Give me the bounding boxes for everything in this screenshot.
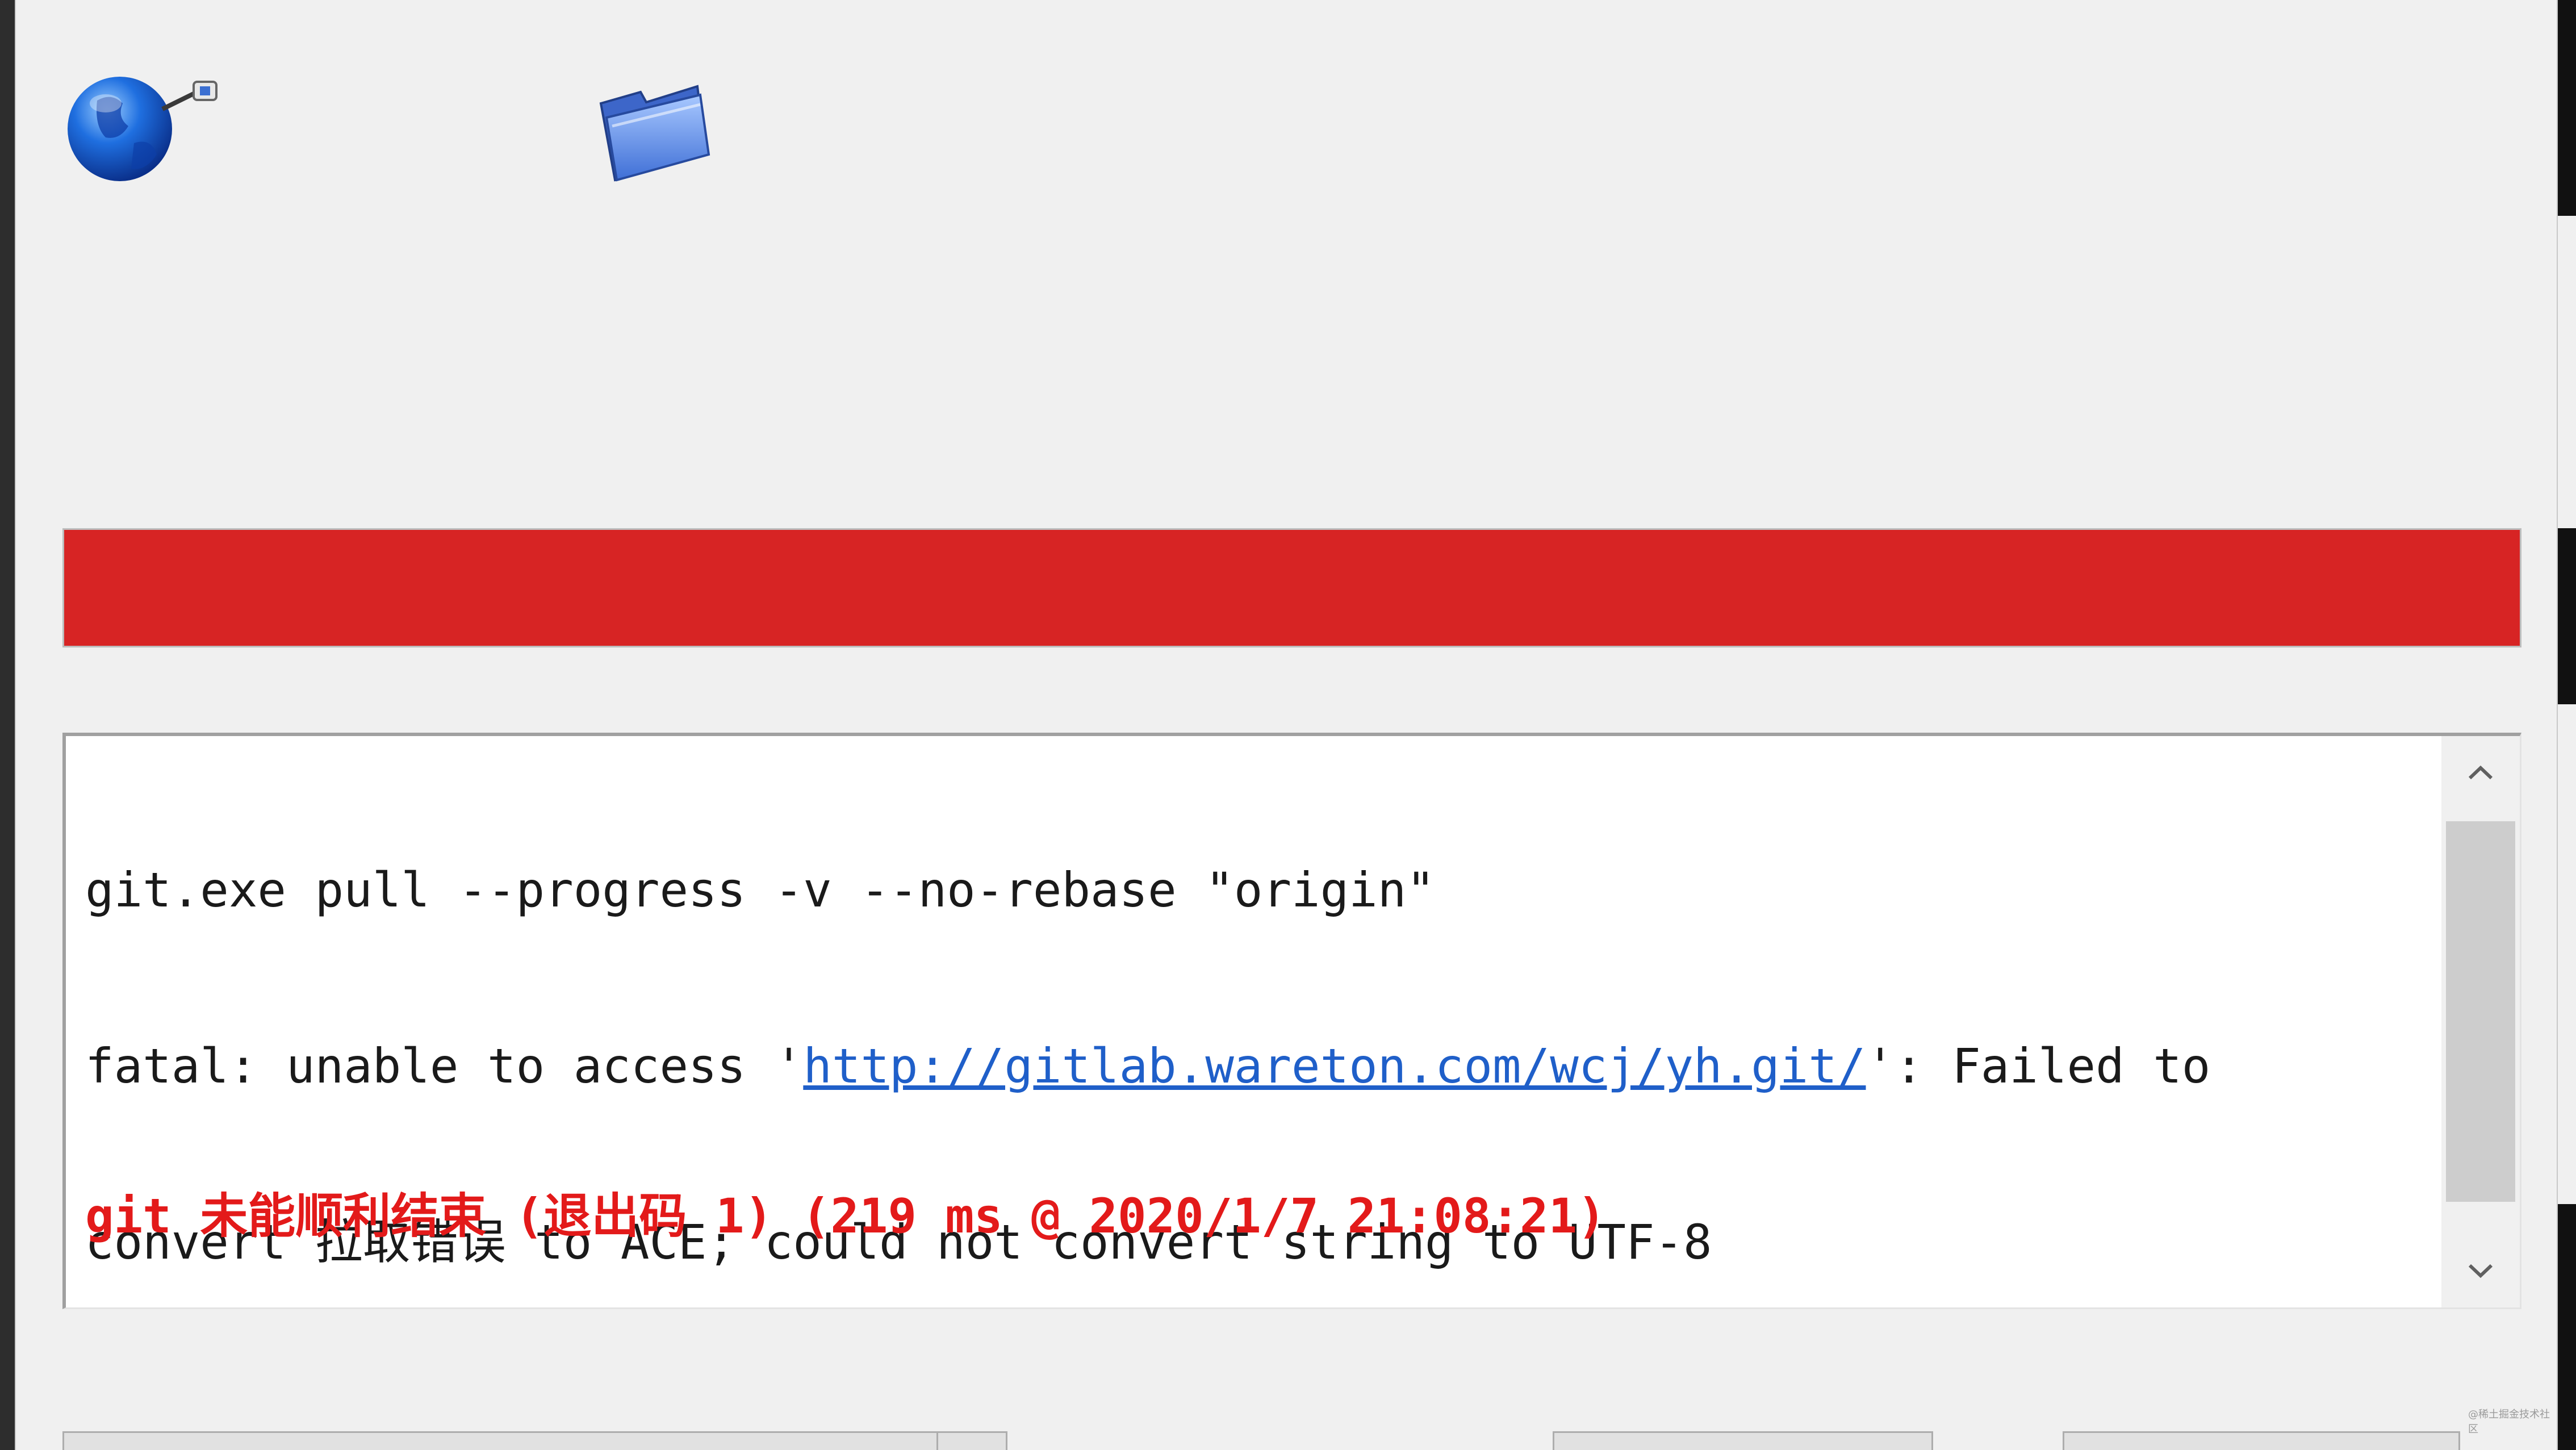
output-log[interactable]: git.exe pull --progress -v --no-rebase "…	[62, 733, 2521, 1309]
watermark: @稀土掘金技术社区	[2468, 1409, 2550, 1435]
dialog-button[interactable]	[1553, 1431, 1933, 1450]
log-result-line: git 未能顺利结束 (退出码 1) (219 ms @ 2020/1/7 21…	[85, 1188, 1606, 1244]
globe-network-icon	[66, 69, 225, 189]
window-edge-strip	[2556, 528, 2576, 704]
log-command-line: git.exe pull --progress -v --no-rebase "…	[85, 862, 1435, 918]
progress-bar	[62, 528, 2521, 647]
window-edge-strip	[2556, 0, 2576, 216]
window-edge-strip	[2556, 216, 2576, 528]
split-button-divider	[936, 1433, 938, 1450]
repo-url-link[interactable]: http://gitlab.wareton.com/wcj/yh.git/	[803, 1038, 1866, 1094]
window-edge-strip	[2556, 1204, 2576, 1450]
progress-bar-fill	[64, 530, 2520, 646]
log-fatal-prefix: fatal: unable to access '	[85, 1038, 804, 1094]
window-edge-strip	[2556, 704, 2576, 1204]
dialog-button[interactable]	[2063, 1431, 2460, 1450]
chevron-up-icon	[2468, 765, 2493, 780]
vertical-scrollbar[interactable]	[2441, 736, 2520, 1307]
scroll-up-button[interactable]	[2441, 736, 2520, 810]
scrollbar-thumb[interactable]	[2446, 821, 2515, 1202]
folder-icon	[589, 69, 720, 189]
scroll-down-button[interactable]	[2441, 1234, 2520, 1307]
log-fatal-line: fatal: unable to access 'http://gitlab.w…	[85, 1034, 2435, 1098]
git-pull-progress-dialog: git.exe pull --progress -v --no-rebase "…	[15, 0, 2558, 1450]
chevron-down-icon	[2468, 1264, 2493, 1278]
split-button[interactable]	[62, 1431, 1007, 1450]
log-fatal-suffix: ': Failed to	[1866, 1038, 2211, 1094]
